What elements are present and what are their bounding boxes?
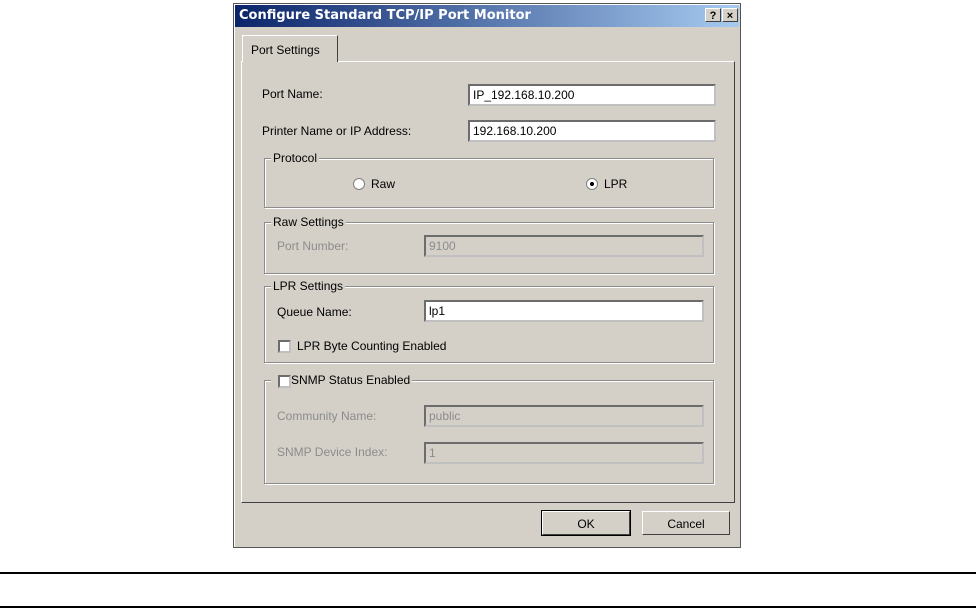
protocol-legend: Protocol: [271, 151, 320, 165]
raw-settings-group: Raw Settings Port Number:: [264, 215, 714, 274]
printer-address-input[interactable]: [468, 120, 716, 142]
device-index-input[interactable]: [424, 442, 704, 464]
port-name-input[interactable]: [468, 84, 716, 106]
tab-port-settings-label: Port Settings: [251, 43, 320, 57]
lpr-settings-legend: LPR Settings: [271, 279, 346, 293]
lpr-settings-group: LPR Settings Queue Name: LPR Byte Counti…: [264, 279, 714, 363]
raw-radio[interactable]: [353, 178, 365, 190]
ok-button[interactable]: OK: [541, 510, 631, 536]
lpr-radio-label[interactable]: LPR: [604, 177, 627, 191]
tab-port-settings[interactable]: Port Settings: [242, 35, 338, 62]
divider-rule-bottom: [0, 606, 976, 608]
snmp-group: SNMP Status Enabled Community Name: SNMP…: [264, 373, 714, 484]
lpr-radio-dot: [590, 182, 594, 186]
snmp-legend[interactable]: SNMP Status Enabled: [271, 373, 413, 387]
divider-rule-top: [0, 572, 976, 574]
community-name-label: Community Name:: [277, 409, 377, 423]
port-number-input[interactable]: [424, 235, 704, 257]
help-button[interactable]: ?: [705, 8, 721, 22]
cancel-button[interactable]: Cancel: [642, 511, 730, 535]
printer-address-label: Printer Name or IP Address:: [262, 124, 412, 138]
raw-radio-label[interactable]: Raw: [371, 177, 395, 191]
byte-counting-checkbox[interactable]: [278, 340, 291, 353]
close-button[interactable]: ×: [722, 8, 738, 22]
byte-counting-label[interactable]: LPR Byte Counting Enabled: [297, 339, 446, 353]
community-name-input[interactable]: [424, 405, 704, 427]
lpr-radio[interactable]: [586, 178, 598, 190]
protocol-group: Protocol Raw LPR: [264, 151, 714, 208]
snmp-enabled-checkbox[interactable]: [278, 375, 291, 388]
port-name-label: Port Name:: [262, 87, 323, 101]
queue-name-label: Queue Name:: [277, 305, 352, 319]
port-number-label: Port Number:: [277, 239, 349, 253]
title-bar[interactable]: Configure Standard TCP/IP Port Monitor ?…: [235, 5, 739, 27]
queue-name-input[interactable]: [424, 300, 704, 322]
raw-settings-legend: Raw Settings: [271, 215, 346, 229]
port-settings-panel: Port Name: Printer Name or IP Address: P…: [241, 61, 735, 503]
window-title: Configure Standard TCP/IP Port Monitor: [239, 8, 531, 23]
device-index-label: SNMP Device Index:: [277, 445, 388, 459]
tcpip-port-dialog: Configure Standard TCP/IP Port Monitor ?…: [233, 3, 741, 548]
